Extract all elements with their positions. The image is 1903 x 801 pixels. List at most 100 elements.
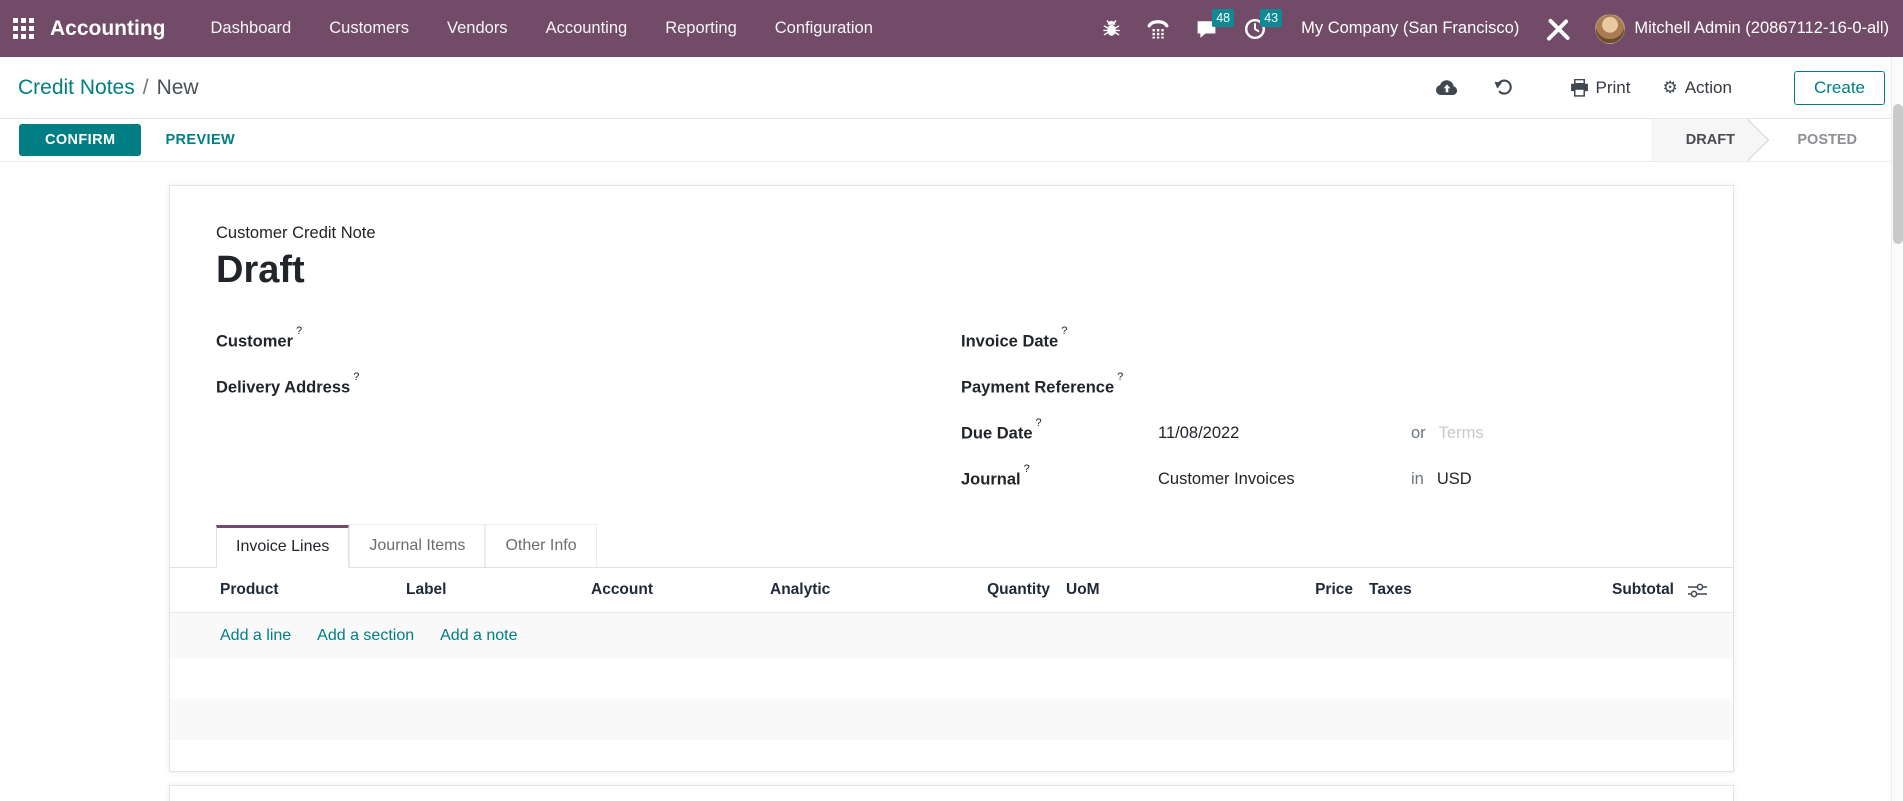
menu-configuration[interactable]: Configuration bbox=[756, 0, 892, 57]
add-a-note-link[interactable]: Add a note bbox=[440, 627, 517, 645]
apps-menu-icon[interactable] bbox=[0, 0, 48, 57]
delivery-address-field-row[interactable]: Delivery Address? bbox=[216, 364, 961, 410]
due-date-label: Due Date? bbox=[961, 416, 1042, 443]
column-header-subtotal[interactable]: Subtotal bbox=[1510, 581, 1674, 599]
form-statusbar: CONFIRM PREVIEW DRAFT POSTED bbox=[0, 119, 1903, 162]
breadcrumb-separator: / bbox=[142, 75, 149, 99]
journal-input[interactable]: Customer Invoices bbox=[1158, 470, 1411, 489]
empty-table-row bbox=[170, 658, 1733, 699]
invoice-date-label: Invoice Date? bbox=[961, 324, 1068, 351]
column-header-analytic[interactable]: Analytic bbox=[770, 581, 960, 599]
stage-posted[interactable]: POSTED bbox=[1769, 119, 1885, 161]
breadcrumb-current: New bbox=[156, 75, 199, 99]
user-avatar[interactable] bbox=[1595, 13, 1626, 44]
invoice-date-field-row: Invoice Date? bbox=[961, 318, 1687, 364]
right-field-column: Invoice Date? Payment Reference? Due Dat… bbox=[961, 318, 1687, 502]
control-panel: Credit Notes / New Print ⚙ Action Create bbox=[0, 57, 1903, 119]
customer-label: Customer? bbox=[216, 324, 303, 351]
journal-field-row: Journal? Customer Invoices in USD bbox=[961, 456, 1687, 502]
menu-reporting[interactable]: Reporting bbox=[646, 0, 756, 57]
tab-journal-items[interactable]: Journal Items bbox=[349, 524, 486, 567]
debug-bug-icon[interactable] bbox=[1089, 0, 1134, 57]
vertical-scrollbar bbox=[1891, 57, 1903, 801]
add-a-section-link[interactable]: Add a section bbox=[317, 627, 414, 645]
confirm-button[interactable]: CONFIRM bbox=[19, 124, 142, 156]
next-section-card bbox=[169, 785, 1734, 801]
control-panel-actions: Print ⚙ Action Create bbox=[1435, 70, 1885, 105]
column-header-product[interactable]: Product bbox=[220, 581, 406, 599]
due-date-input[interactable]: 11/08/2022 bbox=[1158, 424, 1411, 443]
action-label: Action bbox=[1684, 77, 1732, 97]
menu-vendors[interactable]: Vendors bbox=[428, 0, 527, 57]
menu-customers[interactable]: Customers bbox=[310, 0, 428, 57]
activities-clock-icon[interactable]: 43 bbox=[1231, 0, 1283, 57]
help-marker: ? bbox=[1061, 324, 1068, 337]
credit-note-sheet: Customer Credit Note Draft Customer? Del… bbox=[169, 185, 1734, 772]
company-switcher[interactable]: My Company (San Francisco) bbox=[1301, 19, 1519, 38]
discard-undo-icon[interactable] bbox=[1493, 77, 1514, 98]
tab-invoice-lines[interactable]: Invoice Lines bbox=[216, 525, 350, 568]
field-groups: Customer? Delivery Address? Invoice Date… bbox=[216, 318, 1687, 502]
print-label: Print bbox=[1595, 77, 1631, 97]
menu-accounting[interactable]: Accounting bbox=[527, 0, 647, 57]
column-header-account[interactable]: Account bbox=[591, 581, 770, 599]
payment-terms-input[interactable]: Terms bbox=[1439, 424, 1484, 443]
delivery-address-label: Delivery Address? bbox=[216, 370, 360, 397]
in-label: in bbox=[1411, 469, 1424, 488]
user-menu[interactable]: Mitchell Admin (20867112-16-0-all) bbox=[1634, 19, 1903, 38]
document-type-label: Customer Credit Note bbox=[216, 224, 376, 242]
notebook-tabs: Invoice Lines Journal Items Other Info bbox=[170, 524, 1733, 568]
form-view: Customer Credit Note Draft Customer? Del… bbox=[0, 185, 1903, 801]
payment-reference-field-row: Payment Reference? bbox=[961, 364, 1687, 410]
tools-wrench-icon[interactable] bbox=[1535, 0, 1581, 57]
help-marker: ? bbox=[353, 370, 360, 383]
stage-draft-label: DRAFT bbox=[1685, 132, 1735, 148]
journal-label: Journal? bbox=[961, 462, 1030, 489]
invoice-lines-table: Product Label Account Analytic Quantity … bbox=[170, 568, 1733, 771]
column-header-label[interactable]: Label bbox=[406, 581, 591, 599]
due-date-field-row: Due Date? 11/08/2022 or Terms bbox=[961, 410, 1687, 456]
empty-table-row bbox=[170, 699, 1733, 740]
preview-button[interactable]: PREVIEW bbox=[165, 132, 235, 148]
systray: 48 43 My Company (San Francisco) Mitchel… bbox=[1089, 0, 1903, 57]
table-add-row: Add a line Add a section Add a note bbox=[170, 613, 1733, 658]
payment-reference-label: Payment Reference? bbox=[961, 370, 1124, 397]
customer-field-row[interactable]: Customer? bbox=[216, 318, 961, 364]
grid-icon bbox=[13, 17, 34, 39]
column-header-price[interactable]: Price bbox=[1160, 581, 1353, 599]
activities-count-badge[interactable]: 43 bbox=[1260, 9, 1283, 27]
voip-phone-icon[interactable] bbox=[1134, 0, 1182, 57]
action-menu-button[interactable]: ⚙ Action bbox=[1662, 78, 1732, 98]
breadcrumb-credit-notes[interactable]: Credit Notes bbox=[18, 76, 135, 100]
save-cloud-icon[interactable] bbox=[1435, 79, 1459, 97]
top-navbar: Accounting Dashboard Customers Vendors A… bbox=[0, 0, 1903, 57]
column-header-uom[interactable]: UoM bbox=[1066, 581, 1160, 599]
breadcrumb: Credit Notes / New bbox=[18, 76, 199, 100]
stage-widget: DRAFT POSTED bbox=[1651, 119, 1885, 161]
currency-input[interactable]: USD bbox=[1437, 470, 1472, 489]
menu-dashboard[interactable]: Dashboard bbox=[192, 0, 311, 57]
column-header-taxes[interactable]: Taxes bbox=[1369, 581, 1510, 599]
create-button[interactable]: Create bbox=[1793, 70, 1885, 105]
document-title: Draft bbox=[216, 249, 305, 291]
stage-draft[interactable]: DRAFT bbox=[1651, 119, 1770, 161]
main-menu: Dashboard Customers Vendors Accounting R… bbox=[192, 0, 892, 57]
empty-table-row bbox=[170, 740, 1733, 771]
column-header-quantity[interactable]: Quantity bbox=[960, 581, 1050, 599]
help-marker: ? bbox=[296, 324, 303, 337]
optional-columns-sliders-icon[interactable] bbox=[1674, 583, 1733, 598]
print-button[interactable]: Print bbox=[1570, 77, 1631, 98]
app-title[interactable]: Accounting bbox=[50, 17, 166, 41]
help-marker: ? bbox=[1023, 462, 1030, 475]
add-a-line-link[interactable]: Add a line bbox=[220, 627, 291, 645]
messages-icon[interactable]: 48 bbox=[1182, 0, 1235, 57]
printer-icon bbox=[1570, 78, 1588, 97]
left-field-column: Customer? Delivery Address? bbox=[216, 318, 961, 502]
or-label: or bbox=[1411, 423, 1426, 442]
scrollbar-thumb[interactable] bbox=[1893, 104, 1903, 244]
gear-icon: ⚙ bbox=[1662, 77, 1678, 98]
tab-other-info[interactable]: Other Info bbox=[485, 524, 597, 567]
help-marker: ? bbox=[1117, 370, 1124, 383]
table-header-row: Product Label Account Analytic Quantity … bbox=[170, 568, 1733, 613]
help-marker: ? bbox=[1035, 416, 1042, 429]
